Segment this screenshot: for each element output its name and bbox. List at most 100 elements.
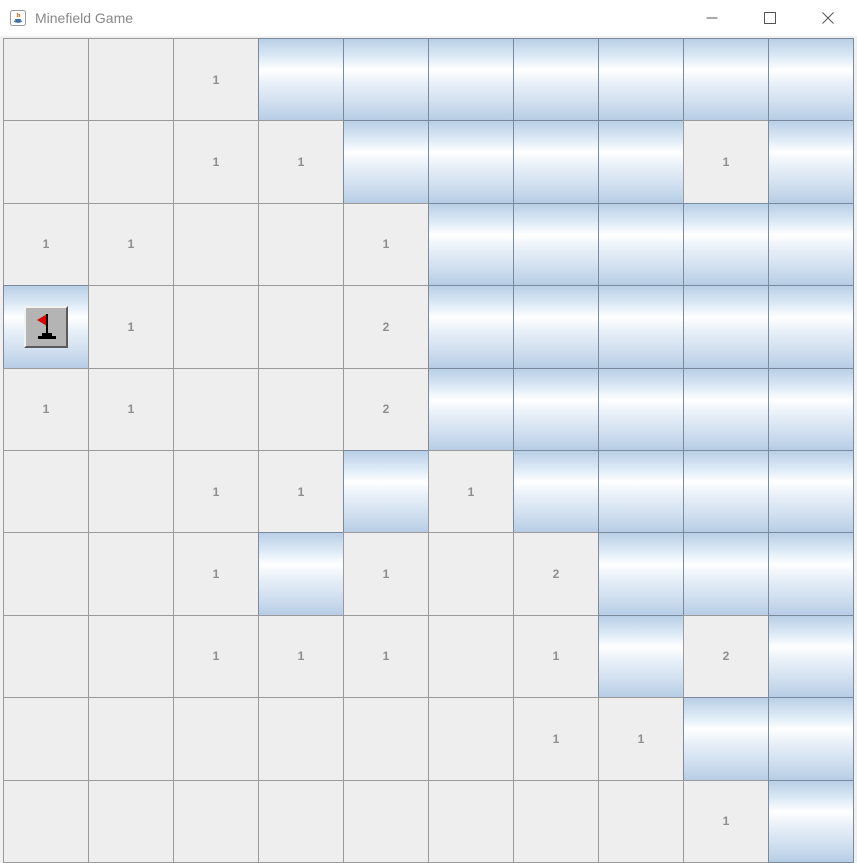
cell-hidden[interactable] [598,120,684,204]
cell-hidden[interactable] [768,697,854,781]
cell-hidden[interactable] [768,614,854,699]
cell-open-number[interactable]: 1 [88,202,174,287]
cell-hidden[interactable] [768,285,854,369]
cell-hidden[interactable] [683,285,769,369]
cell-open-number[interactable]: 1 [343,202,429,287]
cell-hidden[interactable] [513,367,599,451]
cell-open-empty[interactable] [3,779,89,863]
cell-open-number[interactable]: 1 [258,449,344,534]
cell-hidden[interactable] [343,120,429,204]
cell-hidden[interactable] [768,449,854,534]
cell-open-number[interactable]: 1 [3,367,89,451]
cell-open-empty[interactable] [173,202,259,287]
cell-open-empty[interactable] [173,285,259,369]
cell-open-number[interactable]: 2 [343,285,429,369]
maximize-button[interactable] [741,0,799,36]
cell-open-empty[interactable] [343,779,429,863]
cell-open-empty[interactable] [3,697,89,781]
cell-open-empty[interactable] [428,614,514,699]
cell-open-empty[interactable] [343,697,429,781]
cell-open-number[interactable]: 2 [513,532,599,616]
cell-hidden[interactable] [428,285,514,369]
cell-hidden[interactable] [683,532,769,616]
cell-open-number[interactable]: 1 [173,449,259,534]
cell-hidden[interactable] [768,38,854,122]
cell-open-number[interactable]: 1 [513,614,599,699]
cell-open-number[interactable]: 1 [343,532,429,616]
cell-open-empty[interactable] [428,779,514,863]
cell-open-empty[interactable] [3,120,89,204]
cell-open-empty[interactable] [173,697,259,781]
cell-open-number[interactable]: 1 [428,449,514,534]
cell-open-empty[interactable] [88,697,174,781]
cell-open-empty[interactable] [428,697,514,781]
cell-open-number[interactable]: 1 [598,697,684,781]
cell-hidden[interactable] [683,697,769,781]
cell-open-empty[interactable] [3,449,89,534]
cell-open-number[interactable]: 1 [683,779,769,863]
cell-hidden[interactable] [768,779,854,863]
cell-open-empty[interactable] [3,38,89,122]
cell-flagged[interactable] [3,285,89,369]
cell-open-number[interactable]: 1 [683,120,769,204]
cell-hidden[interactable] [258,38,344,122]
cell-open-number[interactable]: 1 [343,614,429,699]
cell-open-empty[interactable] [428,532,514,616]
cell-open-empty[interactable] [88,614,174,699]
cell-hidden[interactable] [428,202,514,287]
cell-hidden[interactable] [768,120,854,204]
cell-open-number[interactable]: 2 [343,367,429,451]
cell-hidden[interactable] [598,285,684,369]
cell-open-empty[interactable] [88,779,174,863]
cell-open-empty[interactable] [3,614,89,699]
cell-open-empty[interactable] [88,532,174,616]
cell-hidden[interactable] [683,367,769,451]
cell-hidden[interactable] [343,38,429,122]
cell-open-number[interactable]: 1 [513,697,599,781]
cell-hidden[interactable] [768,367,854,451]
cell-open-empty[interactable] [258,202,344,287]
cell-hidden[interactable] [683,449,769,534]
cell-hidden[interactable] [683,38,769,122]
cell-hidden[interactable] [598,202,684,287]
cell-open-empty[interactable] [258,779,344,863]
cell-hidden[interactable] [598,367,684,451]
cell-hidden[interactable] [513,449,599,534]
cell-open-number[interactable]: 1 [258,614,344,699]
cell-hidden[interactable] [598,38,684,122]
cell-hidden[interactable] [768,532,854,616]
cell-open-number[interactable]: 1 [3,202,89,287]
cell-open-empty[interactable] [88,120,174,204]
cell-open-number[interactable]: 1 [173,120,259,204]
cell-hidden[interactable] [768,202,854,287]
cell-open-empty[interactable] [88,38,174,122]
cell-hidden[interactable] [428,120,514,204]
cell-open-number[interactable]: 2 [683,614,769,699]
cell-open-number[interactable]: 1 [88,285,174,369]
cell-hidden[interactable] [683,202,769,287]
cell-open-empty[interactable] [173,779,259,863]
cell-hidden[interactable] [513,285,599,369]
cell-hidden[interactable] [513,38,599,122]
cell-open-empty[interactable] [3,532,89,616]
cell-open-empty[interactable] [173,367,259,451]
cell-open-empty[interactable] [598,779,684,863]
cell-open-empty[interactable] [258,367,344,451]
cell-open-number[interactable]: 1 [258,120,344,204]
cell-hidden[interactable] [598,449,684,534]
cell-hidden[interactable] [258,532,344,616]
cell-open-number[interactable]: 1 [173,38,259,122]
cell-hidden[interactable] [513,202,599,287]
close-button[interactable] [799,0,857,36]
cell-hidden[interactable] [598,532,684,616]
cell-open-number[interactable]: 1 [173,614,259,699]
cell-hidden[interactable] [428,38,514,122]
cell-hidden[interactable] [598,614,684,699]
cell-open-number[interactable]: 1 [173,532,259,616]
cell-open-number[interactable]: 1 [88,367,174,451]
cell-open-empty[interactable] [513,779,599,863]
cell-open-empty[interactable] [258,285,344,369]
cell-hidden[interactable] [513,120,599,204]
cell-open-empty[interactable] [258,697,344,781]
title-bar[interactable]: Minefield Game [0,0,857,36]
